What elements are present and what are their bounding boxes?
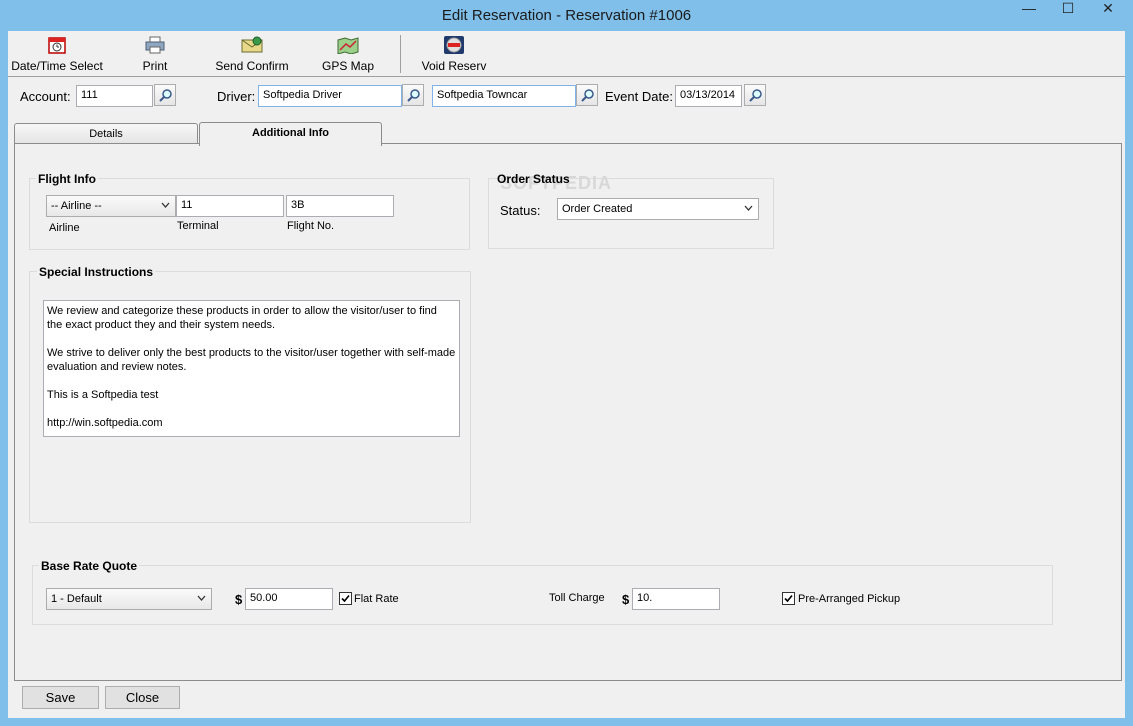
chevron-down-icon	[161, 202, 170, 208]
pre-arranged-pickup-checkbox[interactable]	[782, 592, 795, 605]
driver-lookup-button[interactable]	[402, 84, 424, 106]
vehicle-lookup-button[interactable]	[576, 84, 598, 106]
void-reserv-button[interactable]: Void Reserv	[418, 34, 490, 74]
tab-details[interactable]: Details	[14, 123, 198, 145]
toolbar-separator	[400, 35, 401, 73]
flat-rate-label: Flat Rate	[354, 593, 399, 605]
account-label: Account:	[20, 89, 71, 104]
toolbar-label: GPS Map	[321, 59, 375, 73]
pre-arranged-pickup-label: Pre-Arranged Pickup	[798, 593, 901, 605]
flight-no-input[interactable]: 3B	[286, 195, 394, 217]
driver-input[interactable]: Softpedia Driver	[258, 85, 402, 107]
print-button[interactable]: Print	[125, 34, 185, 74]
event-date-lookup-button[interactable]	[744, 84, 766, 106]
magnifier-icon	[749, 89, 762, 102]
currency-symbol: $	[235, 592, 243, 607]
map-icon	[337, 37, 359, 54]
terminal-label: Terminal	[177, 220, 219, 232]
special-instructions-textarea[interactable]: We review and categorize these products …	[43, 300, 460, 437]
maximize-button[interactable]: ☐	[1061, 0, 1075, 20]
close-window-button[interactable]: ✕	[1101, 0, 1115, 20]
magnifier-icon	[581, 89, 594, 102]
status-label: Status:	[500, 203, 541, 218]
driver-label: Driver:	[217, 89, 256, 104]
window-title: Edit Reservation - Reservation #1006	[441, 7, 692, 24]
minimize-icon: —	[1022, 0, 1036, 16]
send-confirm-button[interactable]: Send Confirm	[211, 34, 293, 74]
event-date-label: Event Date:	[605, 89, 673, 104]
order-status-title: Order Status	[497, 172, 570, 186]
event-date-input[interactable]: 03/13/2014	[675, 85, 742, 107]
terminal-input[interactable]: 11	[176, 195, 284, 217]
tab-additional-info[interactable]: Additional Info	[199, 122, 382, 146]
base-rate-title: Base Rate Quote	[39, 559, 140, 573]
no-entry-icon	[444, 36, 464, 54]
maximize-icon: ☐	[1061, 0, 1075, 16]
special-instructions-title: Special Instructions	[37, 265, 156, 279]
close-icon: ✕	[1102, 0, 1114, 16]
flight-info-title: Flight Info	[36, 172, 98, 186]
toolbar-label: Send Confirm	[215, 59, 289, 73]
toll-charge-label: Toll Charge	[549, 592, 605, 604]
account-input[interactable]: 111	[76, 85, 153, 107]
status-select[interactable]: Order Created	[557, 198, 759, 220]
gps-map-button[interactable]: GPS Map	[316, 34, 380, 74]
envelope-icon	[241, 36, 263, 53]
magnifier-icon	[407, 89, 420, 102]
airline-select[interactable]: -- Airline --	[46, 195, 176, 217]
airline-label: Airline	[49, 222, 80, 234]
toolbar-label: Print	[142, 59, 168, 73]
minimize-button[interactable]: —	[1022, 0, 1036, 20]
save-button[interactable]: Save	[22, 686, 99, 709]
account-lookup-button[interactable]	[154, 84, 176, 106]
calendar-icon	[48, 37, 66, 54]
magnifier-icon	[159, 89, 172, 102]
airline-select-value: -- Airline --	[51, 200, 102, 212]
rate-select-value: 1 - Default	[51, 593, 102, 605]
toll-currency-symbol: $	[622, 592, 630, 607]
toolbar-label: Void Reserv	[421, 59, 487, 73]
rate-select[interactable]: 1 - Default	[46, 588, 212, 610]
rate-amount-input[interactable]: 50.00	[245, 588, 333, 610]
checkmark-icon	[784, 594, 793, 603]
chevron-down-icon	[197, 595, 206, 601]
printer-icon	[145, 36, 165, 54]
chevron-down-icon	[744, 205, 753, 211]
flight-no-label: Flight No.	[287, 220, 335, 232]
toll-charge-input[interactable]: 10.	[632, 588, 720, 610]
date-time-select-button[interactable]: Date/Time Select	[8, 34, 106, 74]
toolbar-label: Date/Time Select	[11, 59, 103, 73]
flat-rate-checkbox[interactable]	[339, 592, 352, 605]
close-button[interactable]: Close	[105, 686, 180, 709]
status-select-value: Order Created	[562, 203, 633, 215]
checkmark-icon	[341, 594, 350, 603]
vehicle-input[interactable]: Softpedia Towncar	[432, 85, 576, 107]
